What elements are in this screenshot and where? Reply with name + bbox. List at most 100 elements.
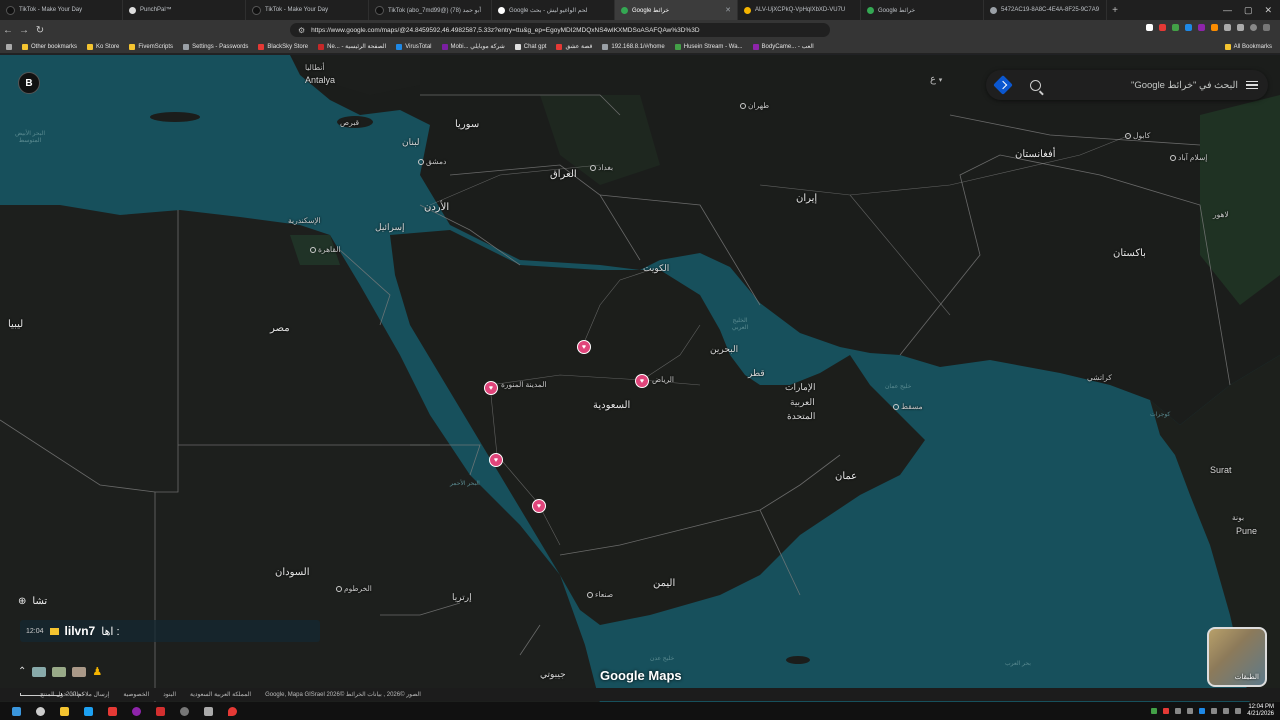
browser-tab-active[interactable]: Google خرائط ✕ (615, 0, 738, 20)
search-icon[interactable] (1030, 79, 1041, 91)
saved-place-pin[interactable]: ♥ (532, 499, 546, 513)
map-type-thumbnail[interactable] (32, 666, 47, 677)
browser-tab[interactable]: TikTok - Make Your Day (246, 0, 369, 20)
bookmark-item[interactable]: FivemScripts (129, 43, 173, 50)
maps-pin-icon[interactable] (224, 703, 240, 719)
apps-icon[interactable] (6, 43, 12, 50)
maps-footer: 200 كم الصور ©2026 , بيانات الخرائط ©202… (0, 688, 1280, 701)
saved-place-pin[interactable]: ♥ (577, 340, 591, 354)
extension-icon[interactable] (1159, 24, 1166, 31)
app-icon[interactable] (200, 703, 216, 719)
browser-tab[interactable]: PunchPal™ (123, 0, 246, 20)
profile-icon[interactable] (1250, 24, 1257, 31)
maximize-icon[interactable]: ▢ (1244, 5, 1253, 16)
bookmark-item[interactable]: VirusTotal (396, 43, 432, 50)
bookmark-item[interactable]: قصة عشق (556, 43, 592, 50)
bookmark-item[interactable]: Mobi... شركة موبايلي (441, 43, 505, 50)
bookmark-item[interactable]: Ne... - الصفحة الرئيسية (318, 43, 386, 50)
tray-icon[interactable] (1211, 708, 1218, 714)
map-canvas[interactable]: أنطاليا Antalya قبرص سوريا لبنان دمشق ال… (0, 55, 1280, 703)
tray-icon[interactable] (1187, 708, 1194, 714)
saved-place-pin[interactable]: ♥ (484, 381, 498, 395)
saved-place-pin[interactable]: ♥ (489, 453, 503, 467)
extension-icon[interactable] (1237, 24, 1244, 31)
windows-start-icon[interactable] (8, 703, 24, 719)
category-chip[interactable]: ع ▾ (930, 74, 975, 90)
extension-icon[interactable] (1185, 24, 1192, 31)
bookmark-item[interactable]: BodyCame... - العب (752, 43, 814, 50)
search-input[interactable]: البحث في "خرائط Google" (1049, 80, 1238, 91)
app-icon[interactable] (104, 703, 120, 719)
expand-up-icon[interactable]: ⌃ (18, 666, 26, 677)
bookmark-item[interactable]: Ko Store (87, 43, 119, 50)
system-clock[interactable]: 12:04 PM 4/21/2026 (1247, 704, 1274, 718)
tiktok-icon (375, 5, 384, 15)
map-label: باكستان (1113, 248, 1146, 259)
extension-icon[interactable] (1146, 24, 1153, 31)
bookmark-item[interactable]: 192.168.8.1/#/home (602, 43, 665, 50)
map-type-thumbnail[interactable] (72, 666, 87, 677)
app-icon[interactable] (152, 703, 168, 719)
minimize-icon[interactable]: — (1223, 5, 1232, 16)
map-label: الأردن (424, 202, 450, 213)
globe-icon (990, 6, 997, 14)
map-label: Antalya (305, 75, 336, 85)
extension-icon[interactable] (1224, 24, 1231, 31)
map-label: العربية (790, 397, 815, 407)
wifi-icon[interactable] (1223, 708, 1230, 714)
browser-icon[interactable] (128, 703, 144, 719)
bookmark-item[interactable]: Husein Stream - Wa... (674, 43, 743, 50)
site-info-icon[interactable]: ⚙ (298, 26, 305, 35)
tray-icon[interactable] (1199, 708, 1206, 714)
tray-icon[interactable] (1175, 708, 1182, 714)
map-label: قبرص (340, 118, 360, 127)
footer-link[interactable]: المملكة العربية السعودية (190, 691, 251, 698)
menu-dots-icon[interactable] (1263, 24, 1270, 31)
file-explorer-icon[interactable] (56, 703, 72, 719)
browser-tab[interactable]: 5472AC19-8A8C-4E4A-8F25-9C7A9 (984, 0, 1107, 20)
hamburger-menu-icon[interactable] (1246, 80, 1258, 90)
address-bar[interactable]: ⚙ https://www.google.com/maps/@24.845959… (290, 23, 830, 37)
bookmark-item[interactable]: BlackSky Store (258, 43, 308, 50)
bookmark-item[interactable]: Settings - Passwords (183, 43, 248, 50)
volume-icon[interactable] (1235, 708, 1242, 714)
new-tab-button[interactable]: + (1107, 5, 1123, 16)
app-icon[interactable] (176, 703, 192, 719)
app-icon[interactable] (80, 703, 96, 719)
footer-link[interactable]: الخصوصية (123, 691, 149, 698)
tray-icon[interactable] (1163, 708, 1170, 714)
search-icon[interactable] (32, 703, 48, 719)
footer-link[interactable]: البنود (163, 691, 176, 698)
browser-tab[interactable]: ALV-UjXCPkQ-VpHqlXbXD-VU7U (738, 0, 861, 20)
stream-chat-message: 12:04 lilvn7 اها : (20, 620, 320, 642)
map-label: أفغانستان (1015, 149, 1056, 160)
close-window-icon[interactable]: ✕ (1264, 5, 1272, 16)
browser-tab[interactable]: TikTok (abo_7md99@) أبو حمد (78) (369, 0, 492, 20)
all-bookmarks[interactable]: All Bookmarks (1224, 43, 1280, 50)
map-label: إيران (796, 193, 818, 204)
browser-tab[interactable]: Google لحم الواغيو ليش - بحث (492, 0, 615, 20)
back-icon[interactable]: ← (0, 25, 16, 36)
reload-icon[interactable]: ↻ (32, 25, 48, 36)
extension-icon[interactable] (1198, 24, 1205, 31)
layers-button[interactable]: الطبقات (1207, 627, 1267, 687)
close-tab-icon[interactable]: ✕ (725, 6, 731, 14)
punchpal-icon (129, 6, 136, 14)
maps-search-box[interactable]: البحث في "خرائط Google" (986, 70, 1268, 100)
url-text: https://www.google.com/maps/@24.8459592,… (311, 26, 700, 34)
tray-icon[interactable] (1151, 708, 1158, 714)
bookmark-item[interactable]: Chat gpt (514, 43, 546, 50)
directions-icon[interactable] (993, 75, 1013, 95)
saved-place-pin[interactable]: ♥ (635, 374, 649, 388)
forward-icon[interactable]: → (16, 25, 32, 36)
google-icon (498, 6, 505, 14)
extension-icon[interactable] (1172, 24, 1179, 31)
extension-icon[interactable] (1211, 24, 1218, 31)
bookmark-item[interactable]: Other bookmarks (22, 43, 77, 50)
browser-tab[interactable]: TikTok - Make Your Day (0, 0, 123, 20)
map-label: الإسكندرية (288, 216, 321, 225)
map-type-thumbnail[interactable] (52, 666, 67, 677)
pegman-icon[interactable]: ♟ (92, 665, 102, 678)
browser-tab[interactable]: Google خرائط (861, 0, 984, 20)
location-icon: ⊕ (18, 596, 27, 607)
